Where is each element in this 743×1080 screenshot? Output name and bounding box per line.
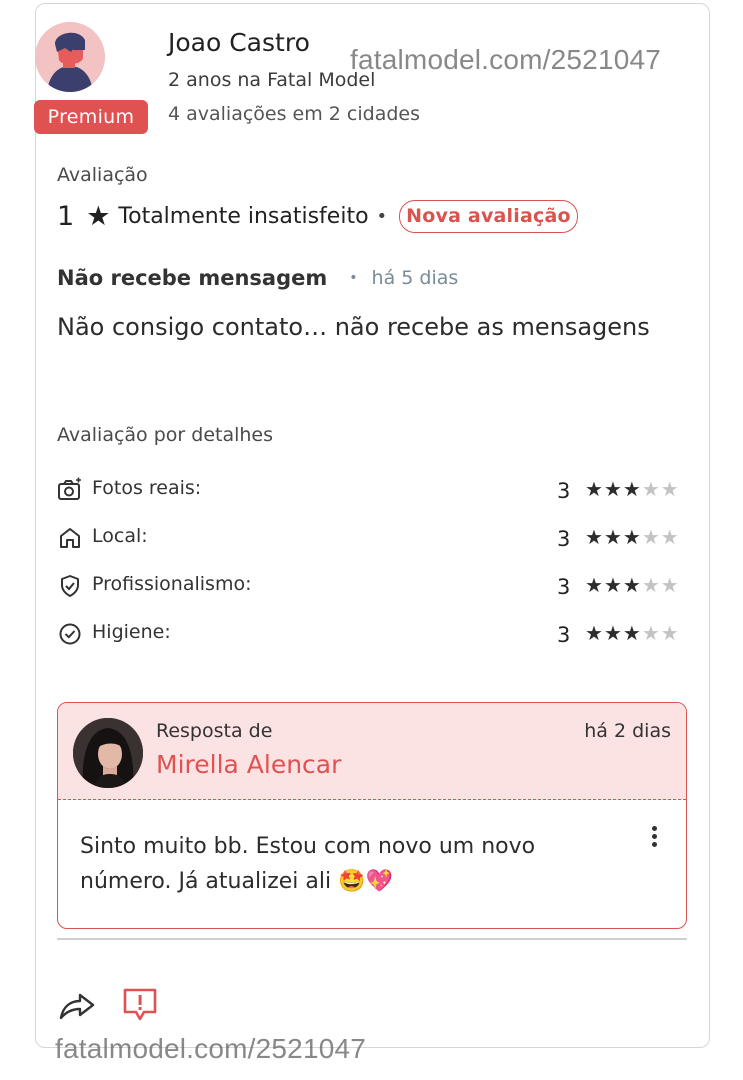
- reviewer-header: Premium Joao Castro 2 anos na Fatal Mode…: [34, 22, 675, 142]
- star-filled-icon: ★: [603, 573, 623, 597]
- review-time: há 5 dias: [371, 267, 459, 289]
- user-avatar-icon: [35, 22, 105, 92]
- watermark-bottom: fatalmodel.com/2521047: [55, 1033, 367, 1064]
- check-circle-icon: [59, 623, 81, 645]
- star-rating: ★★★★★: [585, 573, 680, 597]
- star-empty-icon: ★: [660, 573, 680, 597]
- star-empty-icon: ★: [660, 477, 680, 501]
- star-empty-icon: ★: [641, 477, 661, 501]
- star-empty-icon: ★: [660, 621, 680, 645]
- review-title-row: Não recebe mensagem • há 5 dias: [57, 262, 458, 294]
- star-empty-icon: ★: [660, 525, 680, 549]
- reviewer-avatar[interactable]: [35, 22, 105, 92]
- model-reply: Resposta de Mirella Alencar há 2 dias Si…: [57, 702, 687, 929]
- detail-label: Fotos reais:: [92, 477, 202, 499]
- star-rating: ★★★★★: [585, 525, 680, 549]
- star-filled-icon: ★: [603, 621, 623, 645]
- watermark-top: fatalmodel.com/2521047: [350, 44, 662, 75]
- star-rating: ★★★★★: [585, 477, 680, 501]
- overall-rating: 1 ★ Totalmente insatisfeito • Nova avali…: [57, 198, 578, 234]
- star-filled-icon: ★: [585, 477, 604, 501]
- detail-score: 3: [557, 479, 571, 503]
- reviewer-name[interactable]: Joao Castro: [168, 28, 310, 57]
- detail-label: Local:: [92, 525, 148, 547]
- reply-header: Resposta de Mirella Alencar há 2 dias: [58, 703, 686, 800]
- reply-body: Sinto muito bb. Estou com novo um novo n…: [80, 834, 536, 894]
- star-empty-icon: ★: [641, 621, 661, 645]
- detail-score: 3: [557, 623, 571, 647]
- premium-badge: Premium: [34, 100, 148, 134]
- star-rating: ★★★★★: [585, 621, 680, 645]
- star-filled-icon: ★: [585, 573, 604, 597]
- rating-text: Totalmente insatisfeito: [118, 203, 369, 229]
- rating-dot: •: [376, 205, 388, 227]
- star-filled-icon: ★: [603, 525, 623, 549]
- home-icon: [60, 528, 80, 548]
- star-filled-icon: ★: [585, 525, 604, 549]
- star-filled-icon: ★: [585, 621, 604, 645]
- detail-row-higiene: Higiene: 3 ★★★★★: [57, 617, 687, 649]
- reply-avatar[interactable]: [73, 718, 143, 788]
- star-filled-icon: ★: [622, 525, 642, 549]
- reply-time: há 2 dias: [584, 720, 671, 742]
- reply-author[interactable]: Mirella Alencar: [156, 750, 341, 779]
- reviewer-membership: 2 anos na Fatal Model: [168, 69, 376, 91]
- star-empty-icon: ★: [641, 573, 661, 597]
- detail-label: Profissionalismo:: [92, 573, 252, 595]
- divider: [57, 938, 687, 940]
- detail-label: Higiene:: [92, 621, 171, 643]
- shield-check-icon: [61, 575, 79, 597]
- detail-score: 3: [557, 527, 571, 551]
- report-alert-icon[interactable]: [121, 986, 159, 1024]
- reply-from-label: Resposta de: [156, 720, 273, 742]
- more-options-icon[interactable]: [644, 823, 664, 853]
- reviewer-stats: 4 avaliações em 2 cidades: [168, 103, 421, 125]
- rating-label: Avaliação: [57, 164, 148, 186]
- share-arrow-icon[interactable]: [58, 990, 96, 1022]
- rating-score: 1: [57, 200, 75, 232]
- detail-score: 3: [557, 575, 571, 599]
- star-icon: ★: [86, 200, 111, 232]
- detail-row-local: Local: 3 ★★★★★: [57, 521, 687, 553]
- star-empty-icon: ★: [641, 525, 661, 549]
- detail-row-fotos: Fotos reais: 3 ★★★★★: [57, 473, 687, 505]
- review-title: Não recebe mensagem: [57, 266, 328, 290]
- details-title: Avaliação por detalhes: [57, 424, 274, 446]
- star-filled-icon: ★: [622, 477, 642, 501]
- star-filled-icon: ★: [622, 573, 642, 597]
- detail-row-profissionalismo: Profissionalismo: 3 ★★★★★: [57, 569, 687, 601]
- star-filled-icon: ★: [622, 621, 642, 645]
- review-separator: •: [349, 270, 358, 286]
- review-body: Não consigo contato… não recebe as mensa…: [57, 313, 650, 341]
- new-review-badge: Nova avaliação: [399, 199, 578, 233]
- camera-icon: [58, 477, 81, 500]
- star-filled-icon: ★: [603, 477, 623, 501]
- profile-photo-icon: [73, 718, 143, 788]
